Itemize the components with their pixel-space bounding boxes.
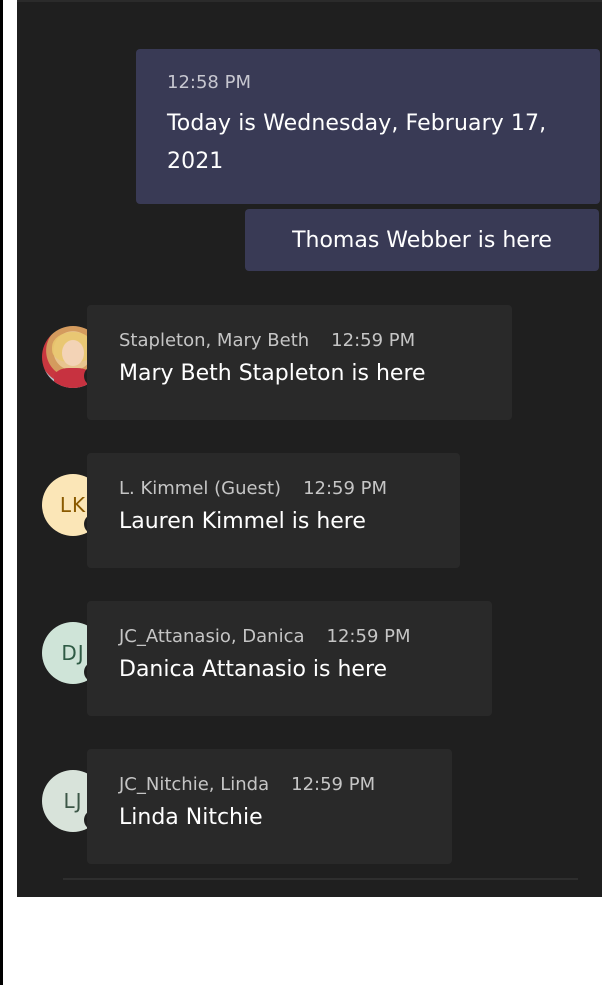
avatar-initials: LJ bbox=[63, 789, 83, 813]
message-header: JC_Attanasio, Danica 12:59 PM bbox=[119, 625, 460, 649]
sender-name: L. Kimmel (Guest) bbox=[119, 478, 282, 499]
message-text: Linda Nitchie bbox=[119, 805, 263, 830]
compose-divider bbox=[63, 878, 578, 880]
sender-name: Stapleton, Mary Beth bbox=[119, 330, 310, 351]
sender-name: JC_Attanasio, Danica bbox=[119, 626, 305, 647]
blank-area bbox=[3, 897, 609, 985]
own-message-bubble[interactable]: Thomas Webber is here bbox=[245, 209, 599, 271]
panel-top-divider bbox=[17, 0, 602, 2]
message-text: Thomas Webber is here bbox=[292, 227, 552, 253]
sender-name: JC_Nitchie, Linda bbox=[119, 774, 270, 795]
avatar-photo-face bbox=[62, 340, 84, 366]
window-left-border bbox=[0, 0, 3, 985]
message-time: 12:59 PM bbox=[326, 626, 411, 647]
message-header: Stapleton, Mary Beth 12:59 PM bbox=[119, 329, 480, 353]
message-bubble[interactable]: JC_Attanasio, Danica 12:59 PM Danica Atta… bbox=[87, 601, 492, 716]
message-text: Danica Attanasio is here bbox=[119, 657, 388, 682]
message-text: Lauren Kimmel is here bbox=[119, 509, 366, 534]
date-message-bubble[interactable]: 12:58 PM Today is Wednesday, February 17… bbox=[136, 49, 600, 204]
message-header: L. Kimmel (Guest) 12:59 PM bbox=[119, 477, 428, 501]
avatar-initials: LK bbox=[59, 493, 87, 517]
message-time: 12:59 PM bbox=[331, 330, 416, 351]
message-text: Mary Beth Stapleton is here bbox=[119, 361, 426, 386]
message-header: JC_Nitchie, Linda 12:59 PM bbox=[119, 773, 420, 797]
message-bubble[interactable]: JC_Nitchie, Linda 12:59 PM Linda Nitchie bbox=[87, 749, 452, 864]
message-time: 12:59 PM bbox=[291, 774, 376, 795]
chat-panel: 12:58 PM Today is Wednesday, February 17… bbox=[17, 0, 602, 897]
message-time: 12:59 PM bbox=[303, 478, 388, 499]
message-text: Today is Wednesday, February 17, 2021 bbox=[167, 111, 547, 174]
message-bubble[interactable]: L. Kimmel (Guest) 12:59 PM Lauren Kimmel … bbox=[87, 453, 460, 568]
message-bubble[interactable]: Stapleton, Mary Beth 12:59 PM Mary Beth S… bbox=[87, 305, 512, 420]
message-time: 12:58 PM bbox=[167, 72, 251, 93]
avatar-initials: DJ bbox=[61, 641, 85, 665]
